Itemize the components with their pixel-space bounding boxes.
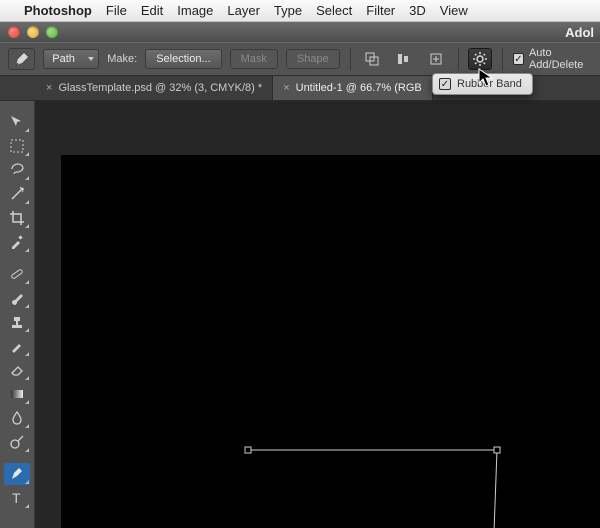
crop-icon <box>8 209 26 227</box>
auto-add-delete-checkbox[interactable]: ✓ <box>513 53 524 65</box>
lasso-icon <box>8 161 26 179</box>
clone-stamp-tool[interactable] <box>4 311 30 333</box>
canvas-area[interactable] <box>35 101 600 528</box>
rubber-band-label: Rubber Band <box>457 78 522 90</box>
history-brush-icon <box>8 337 26 355</box>
menu-3d[interactable]: 3D <box>409 3 426 18</box>
blur-icon <box>8 409 26 427</box>
gradient-tool[interactable] <box>4 383 30 405</box>
window-titlebar: Adol <box>0 22 600 42</box>
pen-icon <box>8 465 26 483</box>
macos-menubar: Photoshop File Edit Image Layer Type Sel… <box>0 0 600 22</box>
brush-icon <box>8 289 26 307</box>
tool-mode-label: Path <box>52 53 75 65</box>
close-icon[interactable]: × <box>283 82 289 94</box>
menu-edit[interactable]: Edit <box>141 3 163 18</box>
healing-brush-tool[interactable] <box>4 263 30 285</box>
dodge-icon <box>8 433 26 451</box>
menu-type[interactable]: Type <box>274 3 302 18</box>
path-arrangement-button[interactable] <box>424 48 448 70</box>
path-overlay <box>61 155 600 528</box>
arrange-icon <box>428 51 444 67</box>
menu-filter[interactable]: Filter <box>366 3 395 18</box>
brush-tool[interactable] <box>4 287 30 309</box>
stamp-icon <box>8 313 26 331</box>
gradient-icon <box>8 385 26 403</box>
marquee-icon <box>8 137 26 155</box>
align-icon <box>396 51 412 67</box>
divider <box>502 48 503 70</box>
window-minimize-button[interactable] <box>27 26 39 38</box>
make-shape-button[interactable]: Shape <box>286 49 340 69</box>
document-tab[interactable]: × GlassTemplate.psd @ 32% (3, CMYK/8) * <box>36 76 273 100</box>
pen-tool-options-popover: ✓ Rubber Band <box>432 73 533 95</box>
path-anchor[interactable] <box>245 447 252 454</box>
brand-label: Adol <box>565 25 594 40</box>
auto-add-delete-label: Auto Add/Delete <box>529 47 600 71</box>
gear-icon <box>472 51 488 67</box>
magic-wand-tool[interactable] <box>4 183 30 205</box>
menu-file[interactable]: File <box>106 3 127 18</box>
crop-tool[interactable] <box>4 207 30 229</box>
window-zoom-button[interactable] <box>46 26 58 38</box>
tools-panel: T <box>0 101 35 528</box>
blur-tool[interactable] <box>4 407 30 429</box>
divider <box>350 48 351 70</box>
dodge-tool[interactable] <box>4 431 30 453</box>
window-close-button[interactable] <box>8 26 20 38</box>
options-bar: Path Make: Selection... Mask Shape ✓ Aut… <box>0 42 600 76</box>
path-alignment-button[interactable] <box>392 48 416 70</box>
history-brush-tool[interactable] <box>4 335 30 357</box>
path-operations-button[interactable] <box>361 48 385 70</box>
tab-title: Untitled-1 @ 66.7% (RGB <box>296 82 422 94</box>
close-icon[interactable]: × <box>46 82 52 94</box>
path-ops-icon <box>364 51 380 67</box>
menu-layer[interactable]: Layer <box>227 3 260 18</box>
type-tool[interactable]: T <box>4 487 30 509</box>
gear-options-button[interactable] <box>468 48 492 70</box>
eyedropper-icon <box>8 233 26 251</box>
move-tool[interactable] <box>4 111 30 133</box>
workspace: T <box>0 101 600 528</box>
rubber-band-checkbox[interactable]: ✓ <box>439 78 451 90</box>
make-label: Make: <box>107 53 137 65</box>
auto-add-delete-option[interactable]: ✓ Auto Add/Delete <box>513 47 600 71</box>
path-anchor[interactable] <box>494 447 501 454</box>
make-mask-button[interactable]: Mask <box>230 49 278 69</box>
document-tab[interactable]: × Untitled-1 @ 66.7% (RGB <box>273 76 433 100</box>
wand-icon <box>8 185 26 203</box>
marquee-tool[interactable] <box>4 135 30 157</box>
app-menu[interactable]: Photoshop <box>24 3 92 18</box>
document-canvas[interactable] <box>61 155 600 528</box>
menu-image[interactable]: Image <box>177 3 213 18</box>
type-icon: T <box>8 489 26 507</box>
svg-text:T: T <box>12 490 21 506</box>
current-tool-indicator[interactable] <box>8 48 35 70</box>
tool-mode-dropdown[interactable]: Path <box>43 49 99 69</box>
divider <box>458 48 459 70</box>
menu-view[interactable]: View <box>440 3 468 18</box>
eraser-tool[interactable] <box>4 359 30 381</box>
bandaid-icon <box>8 265 26 283</box>
menu-select[interactable]: Select <box>316 3 352 18</box>
lasso-tool[interactable] <box>4 159 30 181</box>
pen-tool[interactable] <box>4 463 30 485</box>
eraser-icon <box>8 361 26 379</box>
pen-tool-icon <box>13 50 31 68</box>
make-selection-button[interactable]: Selection... <box>145 49 221 69</box>
move-icon <box>8 113 26 131</box>
eyedropper-tool[interactable] <box>4 231 30 253</box>
tab-title: GlassTemplate.psd @ 32% (3, CMYK/8) * <box>58 82 262 94</box>
